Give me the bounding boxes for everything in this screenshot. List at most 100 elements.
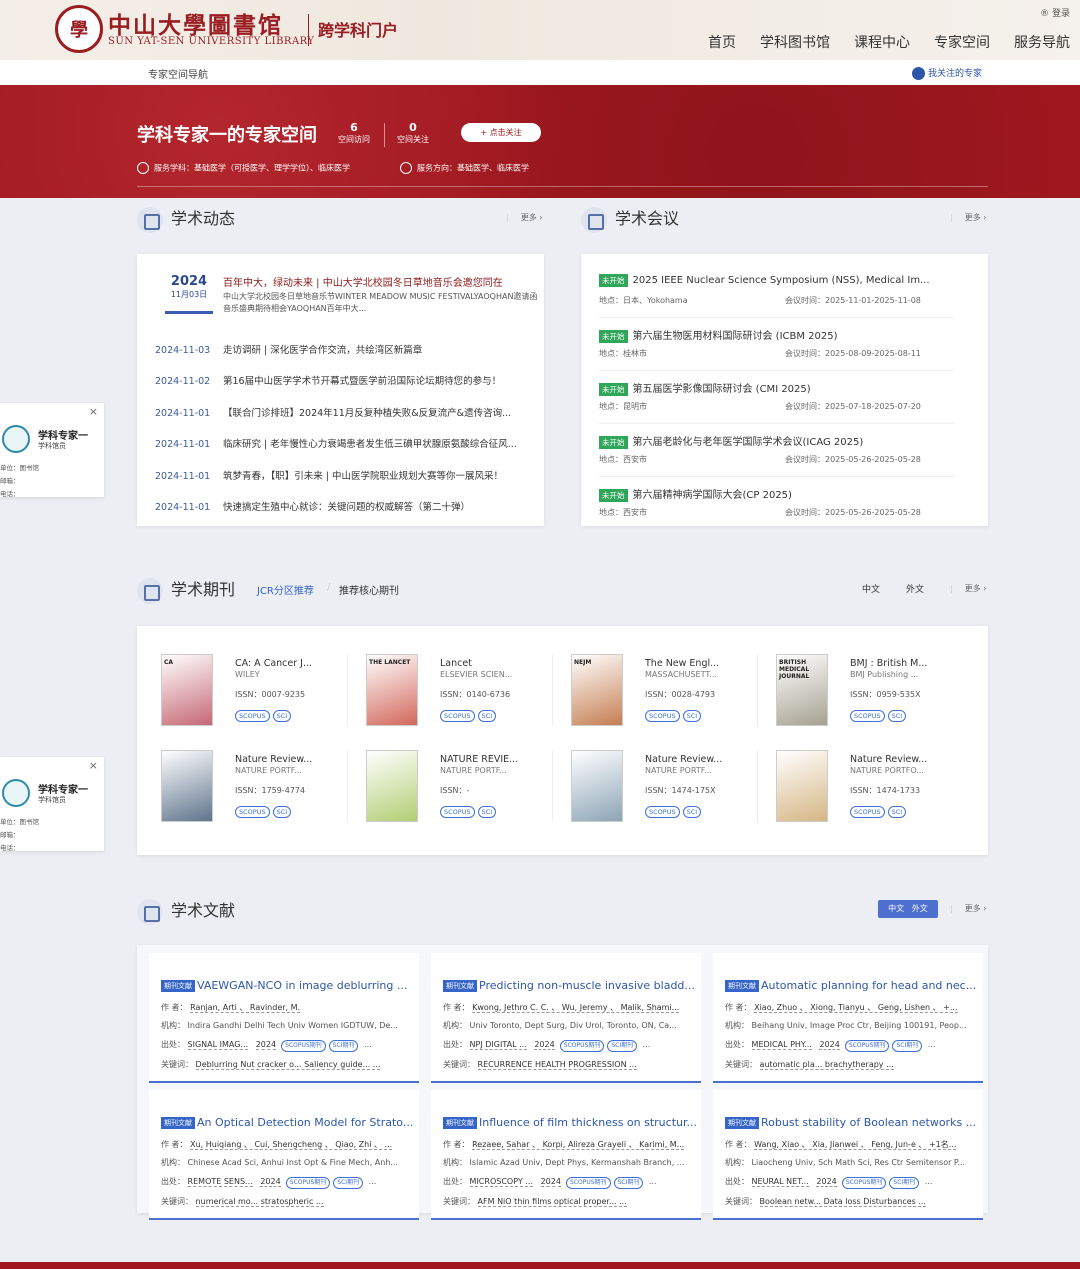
conf-item[interactable]: 未开始 第六届老龄化与老年医学国际学术会议(ICAG 2025) 地点：西安市 会议时…: [599, 433, 954, 464]
news-item[interactable]: 2024-11-01 快速搞定生殖中心就诊：关键问题的权威解答（第二十弹）: [155, 499, 470, 513]
tab-core[interactable]: 推荐核心期刊: [339, 582, 399, 597]
nav-service-guide[interactable]: 服务导航: [1014, 32, 1070, 52]
lit-title[interactable]: 期刊文献 An Optical Detection Model for Strat…: [161, 1116, 413, 1129]
news-item[interactable]: 2024-11-01 筑梦青春，【职】引未来 | 中山医学院职业规划大赛等你一展风…: [155, 468, 503, 482]
journal-item[interactable]: NEJM The New Engl... MASSACHUSETT... ISSN：0…: [563, 654, 768, 734]
expert-name[interactable]: 学科专家一: [38, 781, 88, 796]
literature-item[interactable]: 期刊文献 Influence of film thickness on struc…: [431, 1090, 701, 1220]
journal-cover[interactable]: BRITISH MEDICAL JOURNAL: [776, 654, 828, 726]
keyword-links[interactable]: automatic pla... brachytherapy ...: [759, 1060, 894, 1070]
lit-title-text[interactable]: Influence of film thickness on structur.…: [479, 1116, 697, 1129]
keyword-links[interactable]: AFM NiO thin films optical proper... ...: [477, 1197, 627, 1207]
journal-lang-en[interactable]: 外文: [906, 582, 924, 595]
conf-item[interactable]: 未开始 第五届医学影像国际研讨会 (CMI 2025) 地点：昆明市 会议时间：202…: [599, 380, 954, 411]
keyword-links[interactable]: RECURRENCE HEALTH PROGRESSION ...: [477, 1060, 637, 1070]
author-links[interactable]: Kwong, Jethro C. C. 、 Wu, Jeremy 、 Malik…: [472, 1003, 680, 1013]
news-item[interactable]: 2024-11-03 走访调研 | 深化医学合作交流，共绘湾区新篇章: [155, 342, 422, 356]
author-links[interactable]: Xu, Huiqiang 、 Cui, Shengcheng 、 Qiao, Z…: [190, 1140, 393, 1150]
nav-subject-library[interactable]: 学科图书馆: [760, 32, 830, 52]
close-icon[interactable]: ×: [89, 759, 98, 772]
journal-lang-cn[interactable]: 中文: [862, 582, 880, 595]
lit-title[interactable]: 期刊文献 Robust stability of Boolean networks…: [725, 1116, 976, 1129]
lit-title[interactable]: 期刊文献 Influence of film thickness on struc…: [443, 1116, 697, 1129]
journal-name[interactable]: Nature Review...: [645, 754, 722, 765]
news-item[interactable]: 2024-11-01 临床研究 | 老年慢性心力衰竭患者发生低三碘甲状腺原氨酸综合…: [155, 436, 517, 450]
source-link[interactable]: NEURAL NET...: [751, 1177, 809, 1187]
journal-item[interactable]: THE LANCET Lancet ELSEVIER SCIEN... ISSN：01…: [358, 654, 563, 734]
news-item[interactable]: 2024-11-02 第16届中山医学学术节开幕式暨医学前沿国际论坛期待您的参与！: [155, 373, 501, 387]
literature-item[interactable]: 期刊文献 Robust stability of Boolean networks…: [713, 1090, 983, 1220]
journal-item[interactable]: CA CA: A Cancer J... WILEY ISSN：0007-9235 SC…: [153, 654, 358, 734]
tab-jcr[interactable]: JCR分区推荐: [257, 582, 314, 597]
journal-item[interactable]: NATURE REVIE... NATURE PORTF... ISSN：- SCOP…: [358, 750, 563, 830]
author-links[interactable]: Xiao, Zhuo 、 Xiong, Tianyu 、 Geng, Lishe…: [754, 1003, 958, 1013]
journal-item[interactable]: BRITISH MEDICAL JOURNAL BMJ : British M..…: [768, 654, 973, 734]
lit-title-text[interactable]: VAEWGAN-NCO in image deblurring ...: [197, 979, 407, 992]
source-link[interactable]: REMOTE SENS...: [187, 1177, 253, 1187]
lit-title[interactable]: 期刊文献 Automatic planning for head and nec.…: [725, 979, 976, 992]
literature-item[interactable]: 期刊文献 An Optical Detection Model for Strat…: [149, 1090, 419, 1220]
journals-more-link[interactable]: 更多 ›: [950, 583, 987, 594]
expert-avatar[interactable]: [2, 779, 30, 807]
journal-cover[interactable]: [571, 750, 623, 822]
journal-item[interactable]: Nature Review... NATURE PORTFO... ISSN：147…: [768, 750, 973, 830]
conf-item[interactable]: 未开始 2025 IEEE Nuclear Science Symposium (…: [599, 274, 954, 305]
source-link[interactable]: MEDICAL PHY...: [751, 1040, 812, 1050]
journal-cover[interactable]: CA: [161, 654, 213, 726]
author-links[interactable]: Wang, Xiao 、 Xia, Jianwei 、 Feng, Jun-e …: [754, 1140, 957, 1150]
keyword-links[interactable]: numerical mo... stratospheric ...: [195, 1197, 324, 1207]
journal-item[interactable]: Nature Review... NATURE PORTF... ISSN：1474…: [563, 750, 768, 830]
journal-cover[interactable]: [366, 750, 418, 822]
lit-title-text[interactable]: An Optical Detection Model for Strato...: [197, 1116, 413, 1129]
conf-item[interactable]: 未开始 第六届精神病学国际大会(CP 2025) 地点：西安市 会议时间：2025-0…: [599, 486, 954, 517]
expert-name[interactable]: 学科专家一: [38, 427, 88, 442]
close-icon[interactable]: ×: [89, 405, 98, 418]
news-more-link[interactable]: 更多 ›: [506, 212, 543, 223]
conf-more-link[interactable]: 更多 ›: [950, 212, 987, 223]
journal-name[interactable]: BMJ : British M...: [850, 658, 927, 669]
literature-item[interactable]: 期刊文献 VAEWGAN-NCO in image deblurring ... 作…: [149, 953, 419, 1083]
journal-cover[interactable]: [161, 750, 213, 822]
nav-home[interactable]: 首页: [708, 32, 736, 52]
journal-name[interactable]: NATURE REVIE...: [440, 754, 518, 765]
journal-cover[interactable]: NEJM: [571, 654, 623, 726]
nav-expert-space[interactable]: 专家空间: [934, 32, 990, 52]
source-link[interactable]: SIGNAL IMAG...: [187, 1040, 249, 1050]
login-link[interactable]: ® 登录: [1040, 6, 1070, 19]
conf-item[interactable]: 未开始 第六届生物医用材料国际研讨会 (ICBM 2025) 地点：桂林市 会议时间：…: [599, 327, 954, 358]
literature-item[interactable]: 期刊文献 Automatic planning for head and nec.…: [713, 953, 983, 1083]
featured-title[interactable]: 百年中大，绿动未来 | 中山大学北校园冬日草地音乐会邀您同在: [223, 274, 503, 289]
journal-item[interactable]: Nature Review... NATURE PORTF... ISSN：1759…: [153, 750, 358, 830]
source-link[interactable]: MICROSCOPY ...: [469, 1177, 533, 1187]
nav-course-center[interactable]: 课程中心: [854, 32, 910, 52]
lit-title-text[interactable]: Predicting non-muscle invasive bladd...: [479, 979, 695, 992]
source-link[interactable]: NPJ DIGITAL ...: [469, 1040, 527, 1050]
journal-name[interactable]: Nature Review...: [235, 754, 312, 765]
expert-avatar[interactable]: [2, 425, 30, 453]
lit-title[interactable]: 期刊文献 Predicting non-muscle invasive bladd…: [443, 979, 695, 992]
breadcrumb[interactable]: 专家空间导航: [148, 66, 208, 81]
lit-title-text[interactable]: Robust stability of Boolean networks ...: [761, 1116, 976, 1129]
lit-more-link[interactable]: 更多 ›: [950, 903, 987, 914]
literature-item[interactable]: 期刊文献 Predicting non-muscle invasive bladd…: [431, 953, 701, 1083]
lit-lang-en[interactable]: 外文: [912, 904, 928, 913]
keyword-links[interactable]: Deblurring Nut cracker o... Saliency gui…: [195, 1060, 381, 1070]
my-followed-experts-link[interactable]: 我关注的专家: [912, 66, 982, 80]
lit-title[interactable]: 期刊文献 VAEWGAN-NCO in image deblurring ...: [161, 979, 407, 992]
follow-button[interactable]: + 点击关注: [461, 123, 541, 142]
keyword-links[interactable]: Boolean netw... Data loss Disturbances .…: [759, 1197, 926, 1207]
lit-lang-toggle[interactable]: 中文 外文: [878, 900, 938, 918]
author-links[interactable]: Ranjan, Arti 、 Ravinder, M.: [190, 1003, 301, 1013]
journal-name[interactable]: Nature Review...: [850, 754, 927, 765]
journal-name[interactable]: Lancet: [440, 658, 472, 669]
journal-cover[interactable]: THE LANCET: [366, 654, 418, 726]
news-item[interactable]: 2024-11-01 【联合门诊排班】2024年11月反复种植失败&反复流产&遗传…: [155, 405, 511, 419]
journal-cover[interactable]: [776, 750, 828, 822]
lit-lang-cn[interactable]: 中文: [888, 904, 904, 913]
library-seal-logo[interactable]: 學: [55, 5, 103, 53]
journal-name[interactable]: The New Engl...: [645, 658, 719, 669]
featured-news[interactable]: 2024 11月03日 百年中大，绿动未来 | 中山大学北校园冬日草地音乐会邀您同…: [153, 268, 537, 318]
journal-name[interactable]: CA: A Cancer J...: [235, 658, 312, 669]
author-links[interactable]: Rezaee, Sahar 、 Korpi, Alireza Grayeli 、…: [472, 1140, 685, 1150]
lit-title-text[interactable]: Automatic planning for head and nec...: [761, 979, 976, 992]
